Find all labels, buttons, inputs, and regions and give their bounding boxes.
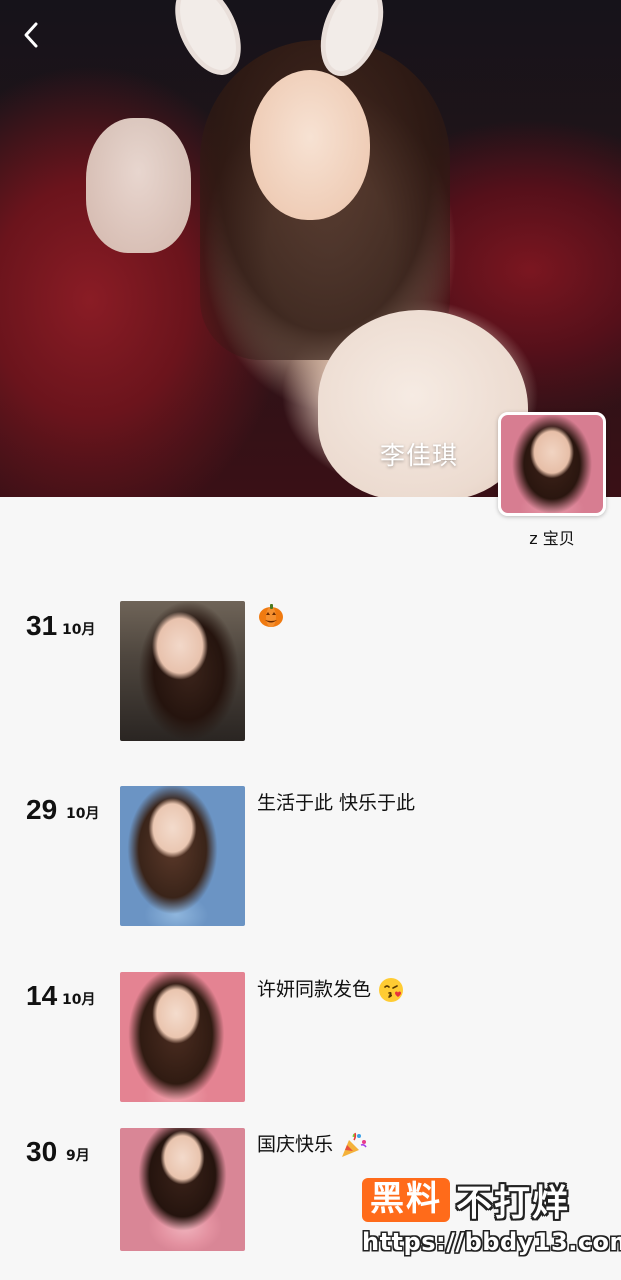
post-day: 14 [26, 980, 58, 1011]
post-caption[interactable]: 许妍同款发色 [257, 976, 405, 1004]
post-month: 9月 [66, 1148, 90, 1164]
avatar-name: z 宝贝 [529, 529, 575, 548]
post-month: 10月 [66, 806, 100, 822]
post-day: 31 [26, 610, 58, 641]
post-thumbnail[interactable] [120, 972, 245, 1102]
kiss-face-icon [379, 978, 404, 1002]
post-caption[interactable] [257, 601, 285, 629]
pumpkin-icon [259, 604, 283, 627]
post-caption[interactable]: 生活于此 快乐于此 [257, 791, 415, 816]
post-caption-text: 国庆快乐 [257, 1133, 334, 1156]
post-day: 30 [26, 1136, 58, 1167]
avatar[interactable] [498, 412, 606, 516]
post-caption-text: 许妍同款发色 [257, 978, 372, 1001]
watermark-text: 不打烊 [456, 1183, 571, 1224]
small-plush-bunny [86, 118, 191, 253]
post-month: 10月 [62, 622, 96, 638]
post-day: 29 [26, 794, 58, 825]
watermark-badge: 黑料 [362, 1178, 450, 1222]
bunny-ear-headband [161, 0, 396, 86]
watermark-logo: 黑料 不打烊 [362, 1176, 570, 1224]
back-button[interactable] [14, 18, 48, 52]
moments-page: 李佳琪 z 宝贝 31 10月 29 10月 生活于此 快乐于此 14 10月 … [0, 0, 621, 1280]
post-caption-text: 生活于此 快乐于此 [257, 792, 416, 814]
chevron-left-icon [24, 22, 38, 48]
post-thumbnail[interactable] [120, 601, 245, 741]
cover-name: 李佳琪 [380, 441, 459, 470]
post-caption[interactable]: 国庆快乐 [257, 1131, 369, 1159]
watermark-url: https://bbdy13.com [362, 1228, 621, 1256]
party-popper-icon [342, 1132, 367, 1157]
post-month: 10月 [62, 992, 96, 1008]
post-thumbnail[interactable] [120, 786, 245, 926]
post-thumbnail[interactable] [120, 1128, 245, 1251]
